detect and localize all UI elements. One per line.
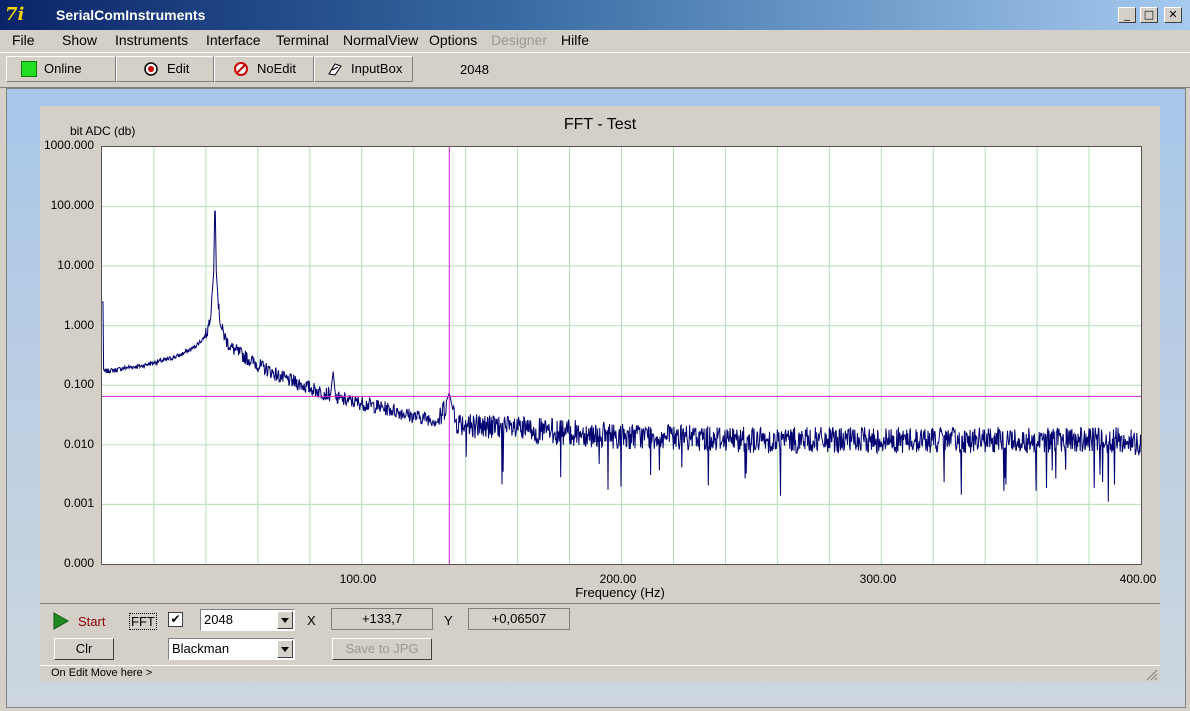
start-label: Start [78,614,106,629]
menu-options[interactable]: Options [429,32,477,48]
menu-file[interactable]: File [12,32,35,48]
fft-plot[interactable] [102,147,1142,564]
x-readout: +133,7 [331,608,433,630]
edit-icon [144,62,158,76]
x-tick-label: 200.00 [599,572,637,586]
menu-hilfe[interactable]: Hilfe [561,32,589,48]
chevron-down-icon[interactable] [277,611,293,629]
online-label: Online [44,61,82,76]
start-button[interactable]: Start [53,610,113,632]
x-readout-label: X [307,613,316,628]
edit-button[interactable]: Edit [116,56,214,82]
resize-grip-icon[interactable] [1144,667,1158,681]
menu-terminal[interactable]: Terminal [276,32,329,48]
points-value: 2048 [204,612,233,627]
chart-title: FFT - Test [563,116,637,133]
points-dropdown[interactable]: 2048 [200,609,295,631]
close-button[interactable]: ✕ [1164,7,1182,23]
y-readout-label: Y [444,613,453,628]
fft-controls: Start FFT ✔ 2048 X +133,7 Y +0,06507 Clr… [40,603,1160,666]
clear-button[interactable]: Clr [54,638,114,660]
menu-show[interactable]: Show [62,32,97,48]
fft-label: FFT [129,613,157,630]
fft-panel[interactable]: FFT - Test bit ADC (db) 1000.000 100.000… [40,106,1160,681]
window-function-value: Blackman [172,641,230,656]
y-tick-label: 0.001 [63,496,94,510]
inputbox-icon [328,63,342,76]
noedit-icon [234,62,248,76]
save-jpg-button[interactable]: Save to JPG [332,638,432,660]
menu-designer[interactable]: Designer [491,32,547,48]
title-bar: 7i SerialComInstruments _ □ ✕ [0,0,1190,30]
online-indicator-icon [21,61,37,77]
fft-checkbox[interactable]: ✔ [168,612,183,627]
menu-bar: File Show Instruments Interface Terminal… [0,30,1190,52]
noedit-label: NoEdit [257,61,297,76]
y-axis-label: bit ADC (db) [70,124,136,138]
inputbox-button[interactable]: InputBox [314,56,413,82]
status-hint: On Edit Move here > [51,667,153,679]
window-title: SerialComInstruments [56,7,206,23]
y-tick-label: 10.000 [57,258,94,272]
y-tick-label: 1.000 [63,318,94,332]
plot-area[interactable] [101,146,1142,565]
chevron-down-icon[interactable] [277,640,293,658]
y-tick-label: 100.000 [50,198,94,212]
inputbox-label: InputBox [351,61,403,76]
online-button[interactable]: Online [6,56,116,82]
toolbar: Online Edit NoEdit InputBox 2048 [0,52,1190,88]
x-tick-label: 300.00 [859,572,897,586]
x-tick-label: 100.00 [339,572,377,586]
app-icon: 7i [5,4,25,25]
x-tick-label: 400.00 [1119,572,1157,586]
minimize-button[interactable]: _ [1118,7,1136,23]
y-tick-label: 0.000 [63,556,94,570]
edit-label: Edit [167,61,190,76]
maximize-button[interactable]: □ [1140,7,1158,23]
play-icon [53,612,69,630]
y-readout: +0,06507 [468,608,570,630]
status-bar: On Edit Move here > [40,665,1160,682]
menu-normalview[interactable]: NormalView [343,32,418,48]
window-function-dropdown[interactable]: Blackman [168,638,295,660]
sample-count: 2048 [460,62,489,77]
menu-instruments[interactable]: Instruments [115,32,188,48]
x-axis-label: Frequency (Hz) [575,585,665,600]
y-tick-label: 0.100 [63,377,94,391]
noedit-button[interactable]: NoEdit [214,56,314,82]
y-tick-label: 0.010 [63,437,94,451]
y-tick-label: 1000.000 [43,138,94,152]
menu-interface[interactable]: Interface [206,32,260,48]
